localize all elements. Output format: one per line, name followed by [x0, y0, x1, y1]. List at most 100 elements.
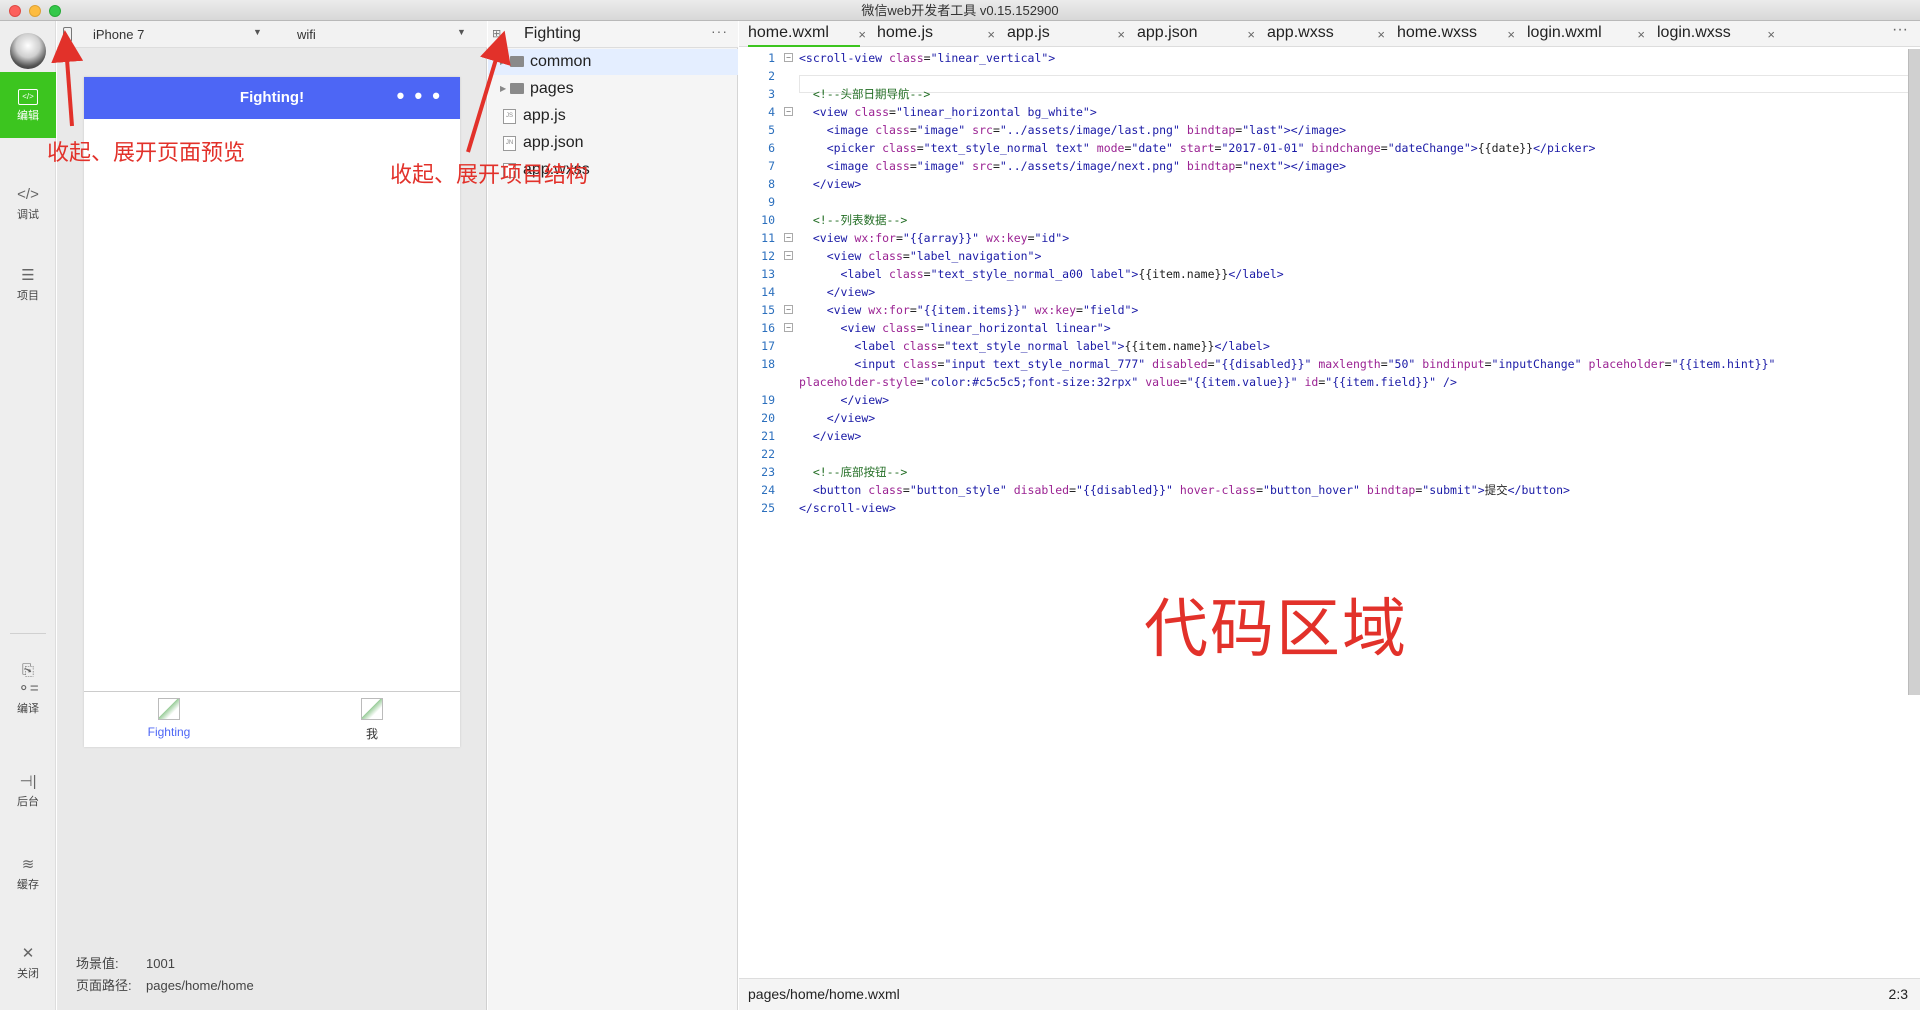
close-tab-icon[interactable]: × [987, 23, 995, 47]
cursor-position: 2:3 [1888, 986, 1908, 1002]
sidebar-item-cache[interactable]: ≋ 缓存 [0, 856, 56, 892]
tree-item-common[interactable]: ▶ common [488, 49, 738, 75]
code-line: <view class="linear_horizontal bg_white"… [812, 105, 1097, 119]
more-tabs-icon[interactable]: ··· [1892, 21, 1908, 39]
close-tab-icon[interactable]: × [1507, 23, 1515, 47]
toggle-tree-icon[interactable]: ⊞ [492, 27, 501, 40]
line-number: 18 [761, 357, 775, 371]
json-file-icon: JN [503, 136, 516, 151]
code-line: <!--底部按钮--> [812, 465, 908, 479]
line-number: 1 [768, 51, 775, 65]
more-options-icon[interactable]: ··· [711, 23, 728, 39]
code-line: </view> [812, 177, 862, 191]
close-tab-icon[interactable]: × [1247, 23, 1255, 47]
code-line: <image class="image" src="../assets/imag… [826, 159, 1347, 173]
line-number: 15 [761, 303, 775, 317]
line-number: 17 [761, 339, 775, 353]
user-avatar[interactable] [10, 33, 46, 69]
tab-me[interactable]: 我 [312, 698, 432, 742]
current-line-highlight [799, 75, 1909, 93]
line-number: 3 [768, 87, 775, 101]
line-number: 6 [768, 141, 775, 155]
toggle-preview-icon[interactable] [63, 27, 72, 42]
code-line: <label class="text_style_normal_a00 labe… [840, 267, 1284, 281]
broken-image-icon [361, 698, 383, 720]
sidebar-item-label: 调试 [17, 209, 39, 221]
line-number: 9 [768, 195, 775, 209]
close-tab-icon[interactable]: × [858, 23, 866, 47]
file-path: pages/home/home.wxml [748, 986, 900, 1002]
chevron-down-icon: ▼ [457, 27, 466, 37]
zoom-window-button[interactable] [49, 5, 61, 17]
sidebar-item-compile[interactable]: ⎘ ⚬= 编译 [0, 662, 56, 716]
path-label: 页面路径: [76, 978, 132, 993]
line-number: 16 [761, 321, 775, 335]
tab-login-wxml[interactable]: login.wxml × [1527, 21, 1645, 47]
code-line: <view wx:for="{{item.items}}" wx:key="fi… [826, 303, 1139, 317]
line-number: 5 [768, 123, 775, 137]
more-menu-icon[interactable]: • • • [397, 77, 442, 115]
network-select-value: wifi [297, 27, 316, 42]
fold-toggle-icon[interactable]: − [784, 53, 793, 62]
device-select[interactable]: iPhone 7 ▼ [93, 27, 273, 42]
close-tab-icon[interactable]: × [1767, 23, 1775, 47]
scene-value: 1001 [146, 956, 175, 971]
tab-home-wxss[interactable]: home.wxss × [1397, 21, 1515, 47]
fold-toggle-icon[interactable]: − [784, 305, 793, 314]
scene-label: 场景值: [76, 956, 119, 971]
phone-nav-title: Fighting! [239, 89, 305, 106]
code-editor-icon: </> [0, 86, 56, 105]
tab-fighting[interactable]: Fighting [109, 698, 229, 739]
tab-app-json[interactable]: app.json × [1137, 21, 1255, 47]
tab-label: app.js [1007, 24, 1050, 41]
sidebar-item-close[interactable]: ✕ 关闭 [0, 945, 56, 981]
tab-home-js[interactable]: home.js × [877, 21, 995, 47]
code-line: <!--列表数据--> [812, 213, 908, 227]
sidebar-item-label: 项目 [17, 290, 39, 302]
simulator-toolbar: iPhone 7 ▼ wifi ▼ [57, 21, 487, 48]
sidebar-item-label: 缓存 [17, 879, 39, 891]
tab-label: app.wxss [1267, 24, 1334, 41]
close-tab-icon[interactable]: × [1377, 23, 1385, 47]
close-tab-icon[interactable]: × [1637, 23, 1645, 47]
sidebar-item-project[interactable]: ☰ 项目 [0, 267, 56, 303]
main-sidebar: </> 编辑 </> 调试 ☰ 项目 ⎘ ⚬= 编译 ⊣| 后台 ≋ 缓存 ✕ 关… [0, 21, 56, 1010]
code-line: </view> [812, 429, 862, 443]
tab-login-wxss[interactable]: login.wxss × [1657, 21, 1775, 47]
editor-scrollbar[interactable] [1908, 49, 1920, 695]
line-number: 11 [761, 231, 775, 245]
line-number: 2 [768, 69, 775, 83]
line-number: 12 [761, 249, 775, 263]
tab-label: home.js [877, 24, 934, 41]
fold-toggle-icon[interactable]: − [784, 251, 793, 260]
close-tab-icon[interactable]: × [1117, 23, 1125, 47]
chevron-down-icon: ▼ [253, 27, 262, 37]
fold-toggle-icon[interactable]: − [784, 107, 793, 116]
network-select[interactable]: wifi ▼ [297, 27, 467, 42]
code-line: <input class="input text_style_normal_77… [854, 357, 1776, 371]
caret-right-icon: ▶ [500, 84, 507, 93]
tree-item-label: common [530, 53, 592, 70]
tab-app-wxss[interactable]: app.wxss × [1267, 21, 1385, 47]
line-number: 7 [768, 159, 775, 173]
close-window-button[interactable] [9, 5, 21, 17]
line-number: 25 [761, 501, 775, 515]
tab-label: home.wxss [1397, 24, 1478, 41]
project-name: Fighting [524, 25, 581, 42]
annotation-tree-toggle: 收起、展开项目结构 [390, 162, 589, 187]
tree-item-app-js[interactable]: JS app.js [488, 103, 738, 129]
sidebar-item-edit[interactable]: </> 编辑 [0, 72, 56, 138]
tab-app-js[interactable]: app.js × [1007, 21, 1125, 47]
code-line: <button class="button_style" disabled="{… [812, 483, 1570, 497]
sidebar-item-debug[interactable]: </> 调试 [0, 186, 56, 222]
fold-toggle-icon[interactable]: − [784, 323, 793, 332]
tree-item-label: pages [530, 80, 574, 97]
tree-item-app-json[interactable]: JN app.json [488, 130, 738, 156]
minimize-window-button[interactable] [29, 5, 41, 17]
fold-toggle-icon[interactable]: − [784, 233, 793, 242]
tab-label: 我 [365, 727, 378, 741]
tree-item-pages[interactable]: ▶ pages [488, 76, 738, 102]
tab-home-wxml[interactable]: home.wxml × [748, 21, 866, 47]
folder-icon [510, 83, 524, 94]
sidebar-item-background[interactable]: ⊣| 后台 [0, 773, 56, 809]
